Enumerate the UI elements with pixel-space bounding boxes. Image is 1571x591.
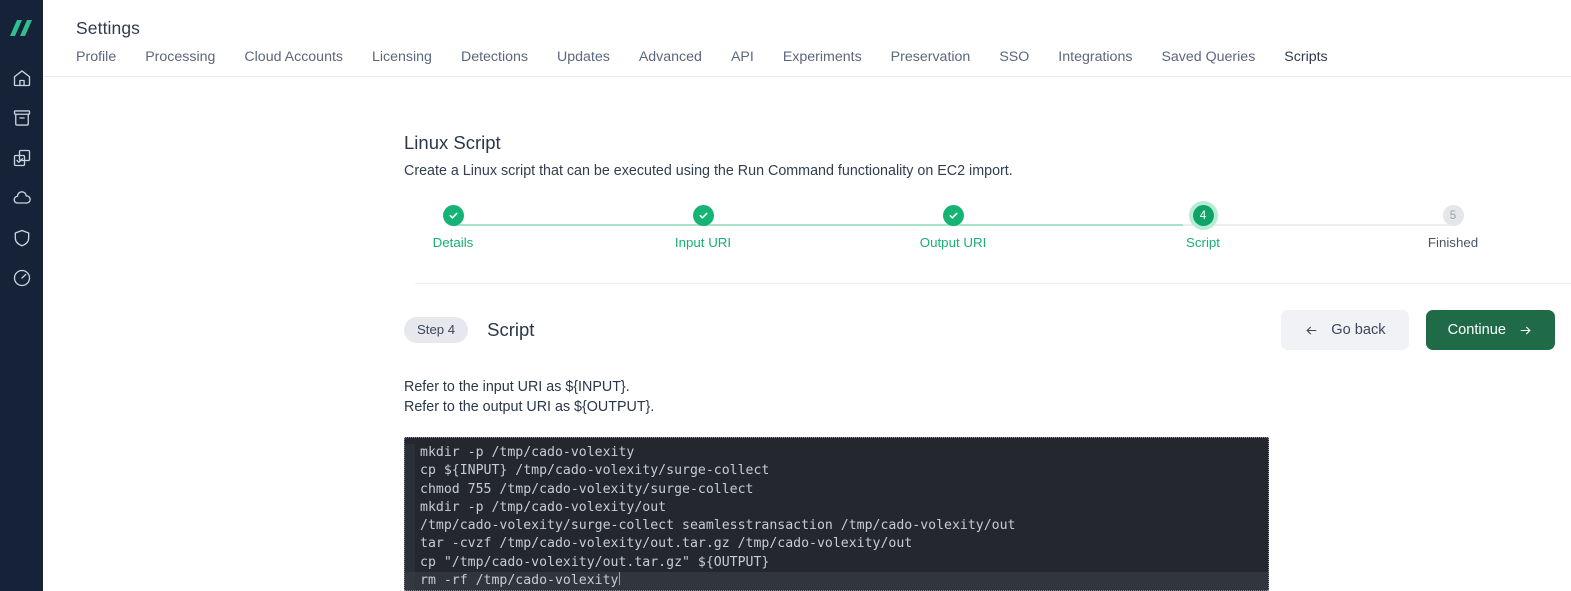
tasks-checklist-icon xyxy=(12,148,32,168)
editor-gutter xyxy=(405,462,415,481)
step-header-row: Step 4 Script Go back Continue xyxy=(404,310,1571,350)
tab-licensing[interactable]: Licensing xyxy=(358,50,447,70)
section-divider xyxy=(415,283,1571,284)
tab-sso[interactable]: SSO xyxy=(985,50,1044,70)
sidebar-item-tasks[interactable] xyxy=(2,138,42,178)
code-line-text: rm -rf /tmp/cado-volexity xyxy=(420,573,619,589)
instructions: Refer to the input URI as ${INPUT}. Refe… xyxy=(404,377,1571,417)
cloud-icon xyxy=(12,188,32,208)
step-label: Script xyxy=(1186,235,1220,250)
code-line[interactable]: tar -cvzf /tmp/cado-volexity/out.tar.gz … xyxy=(405,535,1268,554)
editor-gutter xyxy=(405,553,415,573)
tab-api[interactable]: API xyxy=(716,50,768,70)
step-circle-done xyxy=(942,205,964,226)
tab-scripts[interactable]: Scripts xyxy=(1270,50,1342,70)
check-icon xyxy=(449,212,457,219)
code-line-text: mkdir -p /tmp/cado-volexity/out xyxy=(420,499,667,515)
step-label: Input URI xyxy=(674,235,732,250)
home-icon xyxy=(12,68,32,88)
code-line-text: chmod 755 /tmp/cado-volexity/surge-colle… xyxy=(420,481,754,497)
tab-advanced[interactable]: Advanced xyxy=(624,50,716,70)
continue-label: Continue xyxy=(1447,322,1506,338)
main-content: Settings Profile Processing Cloud Accoun… xyxy=(43,0,1571,591)
step-circle-current: 4 xyxy=(1192,205,1214,226)
continue-button[interactable]: Continue xyxy=(1425,310,1555,350)
step-label: Output URI xyxy=(919,235,987,250)
editor-gutter xyxy=(405,498,415,518)
top-bar: Settings Profile Processing Cloud Accoun… xyxy=(43,0,1571,77)
double-slash-logo-icon xyxy=(9,20,32,36)
arrow-left-icon xyxy=(1304,324,1319,337)
step-circle-done xyxy=(442,205,464,226)
check-icon xyxy=(949,212,957,219)
page-title: Settings xyxy=(76,18,141,38)
step-label: Details xyxy=(432,235,474,250)
go-back-label: Go back xyxy=(1331,322,1386,338)
instruction-output: Refer to the output URI as ${OUTPUT}. xyxy=(404,399,655,415)
editor-gutter xyxy=(405,535,415,554)
app-logo[interactable] xyxy=(9,8,35,48)
wizard-panel: Linux Script Create a Linux script that … xyxy=(43,77,1571,591)
archive-box-icon xyxy=(12,108,32,128)
tab-detections[interactable]: Detections xyxy=(446,50,542,70)
code-line-text: cp "/tmp/cado-volexity/out.tar.gz" ${OUT… xyxy=(420,554,770,570)
wizard-stepper: Details Input URI Output URI 4 Script 5 … xyxy=(433,205,1478,267)
wizard-title: Linux Script xyxy=(404,132,501,153)
tab-saved-queries[interactable]: Saved Queries xyxy=(1147,50,1270,70)
check-icon xyxy=(699,212,707,219)
sidebar-item-home[interactable] xyxy=(2,58,42,98)
app-root: Settings Profile Processing Cloud Accoun… xyxy=(0,0,1571,591)
tab-cloud-accounts[interactable]: Cloud Accounts xyxy=(230,50,358,70)
sidebar-item-security[interactable] xyxy=(2,218,42,258)
code-line-text: cp ${INPUT} /tmp/cado-volexity/surge-col… xyxy=(420,463,770,479)
editor-gutter xyxy=(405,444,415,463)
wizard-description: Create a Linux script that can be execut… xyxy=(404,163,1013,179)
tab-processing[interactable]: Processing xyxy=(131,50,230,70)
editor-gutter xyxy=(405,517,415,536)
code-line[interactable]: mkdir -p /tmp/cado-volexity/out xyxy=(405,498,1268,518)
code-line[interactable]: cp "/tmp/cado-volexity/out.tar.gz" ${OUT… xyxy=(405,553,1268,573)
step-circle-done xyxy=(692,205,714,226)
editor-gutter xyxy=(405,572,415,591)
step-label: Finished xyxy=(1427,235,1479,250)
code-line-active[interactable]: rm -rf /tmp/cado-volexity xyxy=(405,572,1268,591)
tab-updates[interactable]: Updates xyxy=(542,50,624,70)
arrow-right-icon xyxy=(1518,324,1533,337)
go-back-button[interactable]: Go back xyxy=(1281,310,1409,350)
sidebar-item-cases[interactable] xyxy=(2,98,42,138)
instruction-input: Refer to the input URI as ${INPUT}. xyxy=(404,379,630,395)
tab-experiments[interactable]: Experiments xyxy=(768,50,876,70)
code-line[interactable]: cp ${INPUT} /tmp/cado-volexity/surge-col… xyxy=(405,462,1268,481)
step-title: Script xyxy=(487,319,535,340)
code-line-text: tar -cvzf /tmp/cado-volexity/out.tar.gz … xyxy=(420,536,913,552)
sidebar xyxy=(0,0,43,591)
code-line-text: /tmp/cado-volexity/surge-collect seamles… xyxy=(420,518,1016,534)
settings-tabs: Profile Processing Cloud Accounts Licens… xyxy=(76,50,1571,70)
step-circle-todo: 5 xyxy=(1442,205,1464,226)
code-line[interactable]: /tmp/cado-volexity/surge-collect seamles… xyxy=(405,517,1268,536)
code-line[interactable]: mkdir -p /tmp/cado-volexity xyxy=(405,444,1268,463)
tab-integrations[interactable]: Integrations xyxy=(1044,50,1147,70)
step-badge: Step 4 xyxy=(404,317,469,343)
gauge-icon xyxy=(12,268,32,288)
code-line[interactable]: chmod 755 /tmp/cado-volexity/surge-colle… xyxy=(405,480,1268,499)
sidebar-item-cloud[interactable] xyxy=(2,178,42,218)
text-caret xyxy=(618,572,620,586)
editor-gutter xyxy=(405,480,415,499)
code-line-text: mkdir -p /tmp/cado-volexity xyxy=(420,445,635,460)
tab-profile[interactable]: Profile xyxy=(76,50,131,70)
script-code-editor[interactable]: mkdir -p /tmp/cado-volexity cp ${INPUT} … xyxy=(404,437,1269,591)
shield-icon xyxy=(12,228,32,248)
sidebar-item-performance[interactable] xyxy=(2,258,42,298)
tab-preservation[interactable]: Preservation xyxy=(876,50,985,70)
